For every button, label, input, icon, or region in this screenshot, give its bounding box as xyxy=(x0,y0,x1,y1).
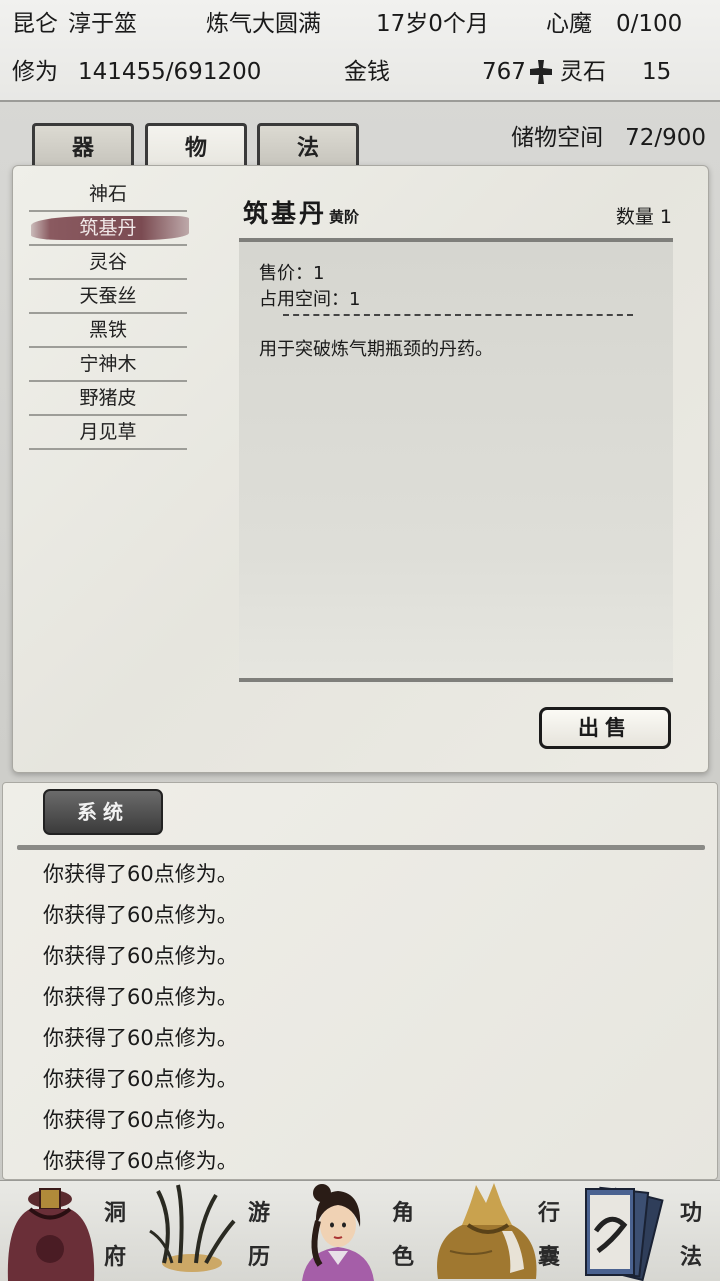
nav-label: 囊 xyxy=(538,1244,561,1270)
list-item[interactable]: 灵谷 xyxy=(29,246,187,280)
item-price: 售价：1 xyxy=(259,263,325,284)
description-divider xyxy=(283,314,633,316)
nav-techniques[interactable]: 功 法 xyxy=(576,1181,720,1281)
tab-items[interactable]: 物 xyxy=(145,123,247,165)
nav-label: 法 xyxy=(680,1244,703,1270)
money-label: 金钱 xyxy=(344,59,390,85)
nav-label: 角 xyxy=(392,1200,415,1226)
nav-travel[interactable]: 游 历 xyxy=(144,1181,288,1281)
realm-text: 炼气大圆满 xyxy=(206,11,321,37)
cultivation-value: 141455/691200 xyxy=(78,59,262,85)
tab-techniques[interactable]: 法 xyxy=(257,123,359,165)
item-description: 用于突破炼气期瓶颈的丹药。 xyxy=(259,339,493,360)
item-detail-title: 筑基丹 黄阶 xyxy=(243,194,359,230)
list-item[interactable]: 野猪皮 xyxy=(29,382,187,416)
log-line: 你获得了60点修为。 xyxy=(43,862,238,886)
cloth-bundle-icon xyxy=(437,1183,537,1279)
nav-label: 府 xyxy=(104,1244,127,1270)
list-item[interactable]: 月见草 xyxy=(29,416,187,450)
item-description-box: 售价：1 占用空间：1 用于突破炼气期瓶颈的丹药。 xyxy=(239,238,673,684)
heart-demon-value: 0/100 xyxy=(616,11,683,37)
character-portrait-icon xyxy=(302,1184,374,1281)
spirit-stone-label: 灵石 xyxy=(560,59,606,85)
sell-button[interactable]: 出售 xyxy=(539,707,671,749)
log-line: 你获得了60点修为。 xyxy=(43,1026,238,1050)
bottom-nav: 洞 府 游 历 角 色 行 囊 功 法 xyxy=(0,1180,720,1281)
location-text: 昆仑 xyxy=(12,11,58,37)
nav-cave-mansion[interactable]: 洞 府 xyxy=(0,1181,144,1281)
storage-indicator: 储物空间 72/900 xyxy=(511,123,706,153)
item-space: 占用空间：1 xyxy=(259,289,361,310)
item-name: 筑基丹 xyxy=(243,199,328,228)
player-name: 淳于筮 xyxy=(68,11,137,37)
system-log-panel: 系统 你获得了60点修为。 你获得了60点修为。 你获得了60点修为。 你获得了… xyxy=(2,782,718,1180)
heart-demon-label: 心魔 xyxy=(546,11,592,37)
list-item[interactable]: 神石 xyxy=(29,178,187,212)
log-line: 你获得了60点修为。 xyxy=(43,944,238,968)
storage-value: 72/900 xyxy=(625,125,706,151)
list-item[interactable]: 宁神木 xyxy=(29,348,187,382)
list-item[interactable]: 黑铁 xyxy=(29,314,187,348)
list-item[interactable]: 天蚕丝 xyxy=(29,280,187,314)
storage-label: 储物空间 xyxy=(511,125,604,151)
log-line: 你获得了60点修为。 xyxy=(43,1149,238,1173)
nav-label: 洞 xyxy=(104,1200,127,1226)
nav-label: 功 xyxy=(680,1200,703,1226)
nav-bag[interactable]: 行 囊 xyxy=(432,1181,576,1281)
nav-label: 色 xyxy=(392,1244,415,1270)
description-bottom-rule xyxy=(239,678,673,682)
log-line: 你获得了60点修为。 xyxy=(43,903,238,927)
nav-label: 行 xyxy=(538,1200,561,1226)
log-line: 你获得了60点修为。 xyxy=(43,1067,238,1091)
list-item-selected[interactable]: 筑基丹 xyxy=(29,212,189,246)
nav-label: 游 xyxy=(248,1200,271,1226)
tab-equipment[interactable]: 器 xyxy=(32,123,134,165)
status-header: 昆仑 淳于筮 炼气大圆满 17岁0个月 心魔 0/100 修为 141455/6… xyxy=(0,0,720,102)
nav-character[interactable]: 角 色 xyxy=(288,1181,432,1281)
item-list: 神石 筑基丹 灵谷 天蚕丝 黑铁 宁神木 野猪皮 月见草 xyxy=(29,178,189,450)
herb-icon xyxy=(149,1184,236,1272)
scroll-books-icon xyxy=(585,1186,664,1281)
log-divider xyxy=(17,845,705,850)
item-quantity: 数量 1 xyxy=(615,206,672,228)
treasure-bag-icon xyxy=(7,1188,95,1281)
log-line: 你获得了60点修为。 xyxy=(43,1108,238,1132)
cross-icon xyxy=(528,58,554,93)
money-value: 767 xyxy=(482,59,526,85)
item-grade: 黄阶 xyxy=(329,208,360,226)
inventory-panel: 神石 筑基丹 灵谷 天蚕丝 黑铁 宁神木 野猪皮 月见草 筑基丹 黄阶 数量 1 … xyxy=(12,165,709,773)
nav-label: 历 xyxy=(248,1244,271,1270)
cultivation-label: 修为 xyxy=(12,59,58,85)
age-text: 17岁0个月 xyxy=(376,11,489,37)
tab-system[interactable]: 系统 xyxy=(43,789,163,835)
log-line: 你获得了60点修为。 xyxy=(43,985,238,1009)
spirit-stone-value: 15 xyxy=(642,59,672,85)
